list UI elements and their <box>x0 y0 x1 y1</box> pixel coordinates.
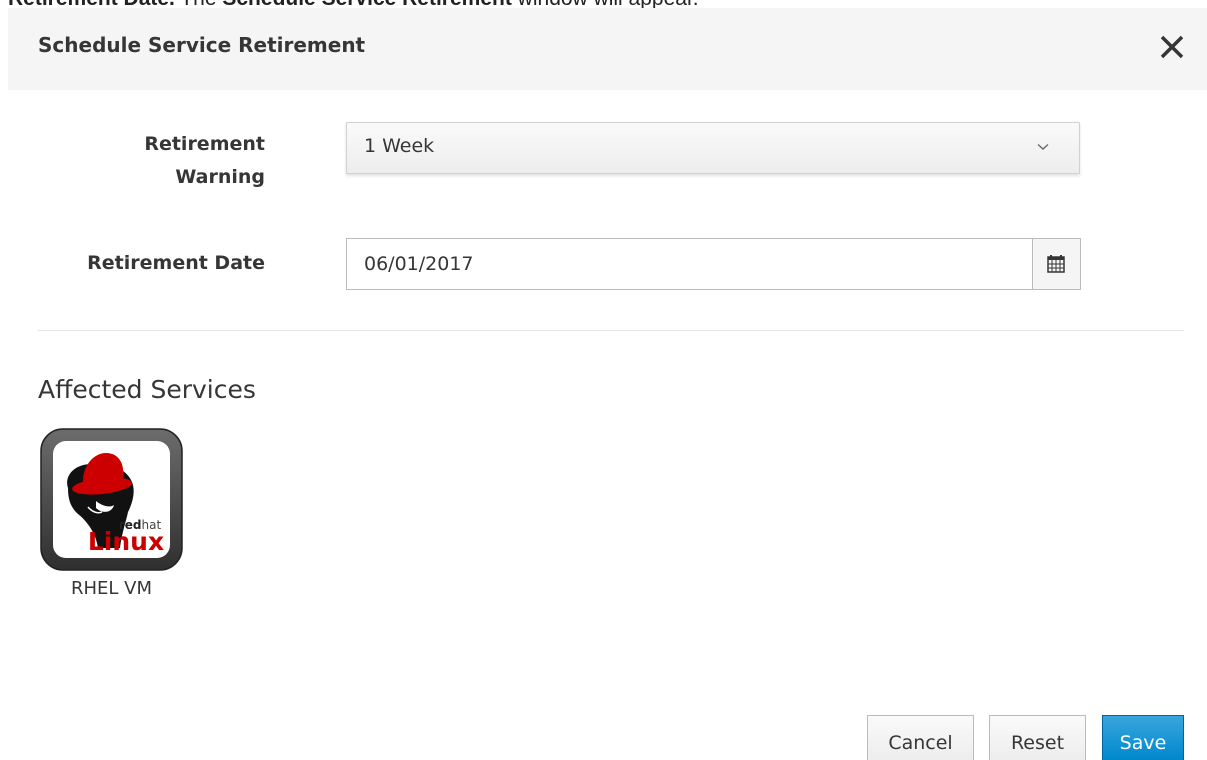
cancel-button[interactable]: Cancel <box>867 715 974 760</box>
close-button[interactable] <box>1155 30 1189 64</box>
retirement-date-label: Retirement Date <box>87 252 265 274</box>
save-button[interactable]: Save <box>1102 715 1184 760</box>
retirement-warning-label-line2: Warning <box>175 166 265 188</box>
redhat-linux-logo-icon: redhat Linux <box>40 428 183 571</box>
retirement-warning-label-line1: Retirement <box>144 133 265 155</box>
form-divider <box>38 330 1184 331</box>
retirement-date-group <box>346 238 1081 290</box>
service-label: RHEL VM <box>70 578 152 599</box>
calendar-icon <box>1047 255 1065 273</box>
retirement-warning-value: 1 Week <box>364 135 435 157</box>
retirement-date-input[interactable] <box>347 239 1033 289</box>
calendar-button[interactable] <box>1032 239 1080 289</box>
modal-header: Schedule Service Retirement <box>8 8 1207 90</box>
affected-services-title: Affected Services <box>38 375 256 404</box>
retirement-warning-select[interactable]: 1 Week <box>346 122 1080 174</box>
chevron-down-icon <box>1037 143 1049 150</box>
svg-text:Linux: Linux <box>88 527 164 556</box>
reset-button[interactable]: Reset <box>989 715 1086 760</box>
service-tile-rhel-vm[interactable]: redhat Linux <box>40 428 183 571</box>
retirement-warning-label: Retirement Warning <box>120 128 265 194</box>
modal-title: Schedule Service Retirement <box>38 33 366 57</box>
close-icon <box>1160 35 1184 59</box>
